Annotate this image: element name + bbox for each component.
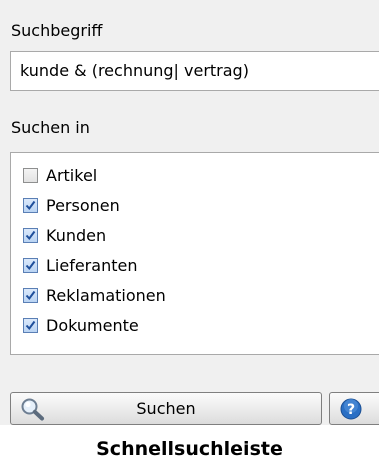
checkbox[interactable]: [23, 287, 38, 303]
checkbox[interactable]: [23, 227, 38, 243]
search-term-label: Suchbegriff: [11, 21, 103, 40]
checkbox[interactable]: [23, 167, 38, 183]
option-reklamationen[interactable]: Reklamationen: [23, 283, 166, 307]
quick-search-panel: Suchbegriff kunde & (rechnung| vertrag) …: [0, 0, 379, 425]
option-artikel[interactable]: Artikel: [23, 163, 97, 187]
option-personen[interactable]: Personen: [23, 193, 120, 217]
option-dokumente[interactable]: Dokumente: [23, 313, 139, 337]
option-label: Lieferanten: [46, 255, 138, 275]
search-button-label: Suchen: [136, 399, 196, 418]
option-kunden[interactable]: Kunden: [23, 223, 106, 247]
search-in-label: Suchen in: [11, 118, 90, 137]
option-label: Artikel: [46, 165, 98, 185]
search-input[interactable]: kunde & (rechnung| vertrag): [10, 51, 379, 91]
search-button[interactable]: Suchen: [10, 392, 322, 425]
checkbox[interactable]: [23, 197, 38, 213]
help-icon: ?: [340, 398, 362, 424]
checkbox[interactable]: [23, 317, 38, 333]
option-label: Kunden: [46, 225, 107, 245]
checkbox[interactable]: [23, 257, 38, 273]
option-label: Reklamationen: [46, 285, 166, 305]
help-button[interactable]: ?: [329, 392, 379, 425]
option-label: Personen: [46, 195, 120, 215]
figure-caption: Schnellsuchleiste: [96, 438, 283, 460]
option-label: Dokumente: [46, 315, 139, 335]
option-lieferanten[interactable]: Lieferanten: [23, 253, 137, 277]
svg-text:?: ?: [347, 402, 355, 418]
search-scope-list: Artikel Personen Kunden Lieferanten Rekl…: [10, 152, 379, 355]
